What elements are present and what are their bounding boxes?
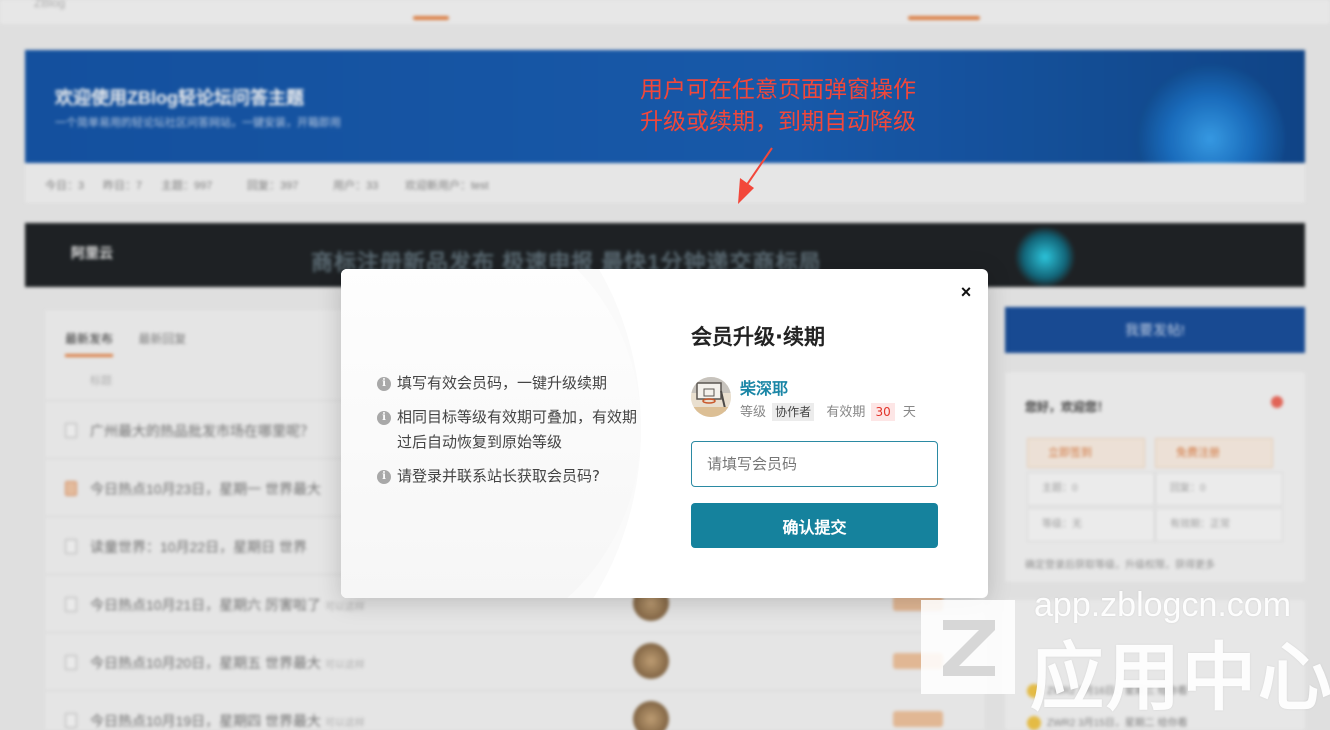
info-icon: i — [377, 377, 391, 391]
basketball-hoop-icon — [691, 377, 731, 417]
level-label: 等级 — [740, 405, 767, 420]
info-icon: i — [377, 411, 391, 425]
user-meta: 等级 协作者 有效期 30 天 — [740, 401, 916, 421]
annotation-line: 用户可在任意页面弹窗操作 — [640, 77, 916, 103]
annotation-arrow-icon — [738, 147, 773, 204]
tip-item: i 请登录并联系站长获取会员码? — [377, 464, 647, 489]
watermark-logo — [921, 600, 1015, 694]
tips-list: i 填写有效会员码，一键升级续期 i 相同目标等级有效期可叠加，有效期过后自动恢… — [377, 371, 647, 498]
level-badge: 协作者 — [772, 403, 815, 421]
submit-button[interactable]: 确认提交 — [691, 503, 938, 548]
modal-title: 会员升级·续期 — [691, 325, 825, 349]
membership-upgrade-modal: × i 填写有效会员码，一键升级续期 i 相同目标等级有效期可叠加，有效期过后自… — [341, 269, 988, 598]
watermark-name: 应用中心 — [1030, 635, 1330, 721]
member-code-input[interactable] — [691, 441, 938, 487]
tip-text: 填写有效会员码，一键升级续期 — [397, 374, 608, 392]
info-icon: i — [377, 470, 391, 484]
tip-text[interactable]: 请登录并联系站长获取会员码? — [397, 467, 600, 485]
validity-label: 有效期 — [826, 405, 866, 420]
tip-text: 相同目标等级有效期可叠加，有效期过后自动恢复到原始等级 — [397, 408, 638, 451]
validity-days: 30 — [871, 403, 895, 421]
tip-item: i 填写有效会员码，一键升级续期 — [377, 371, 647, 396]
annotation-line: 升级或续期，到期自动降级 — [640, 109, 916, 135]
user-name[interactable]: 柴深耶 — [740, 375, 788, 399]
z-logo-icon — [943, 620, 995, 676]
annotation-callout: 用户可在任意页面弹窗操作 升级或续期，到期自动降级 — [640, 74, 916, 138]
avatar — [691, 377, 731, 417]
tip-item: i 相同目标等级有效期可叠加，有效期过后自动恢复到原始等级 — [377, 405, 647, 455]
close-button[interactable]: × — [955, 281, 977, 303]
days-unit: 天 — [902, 405, 916, 420]
